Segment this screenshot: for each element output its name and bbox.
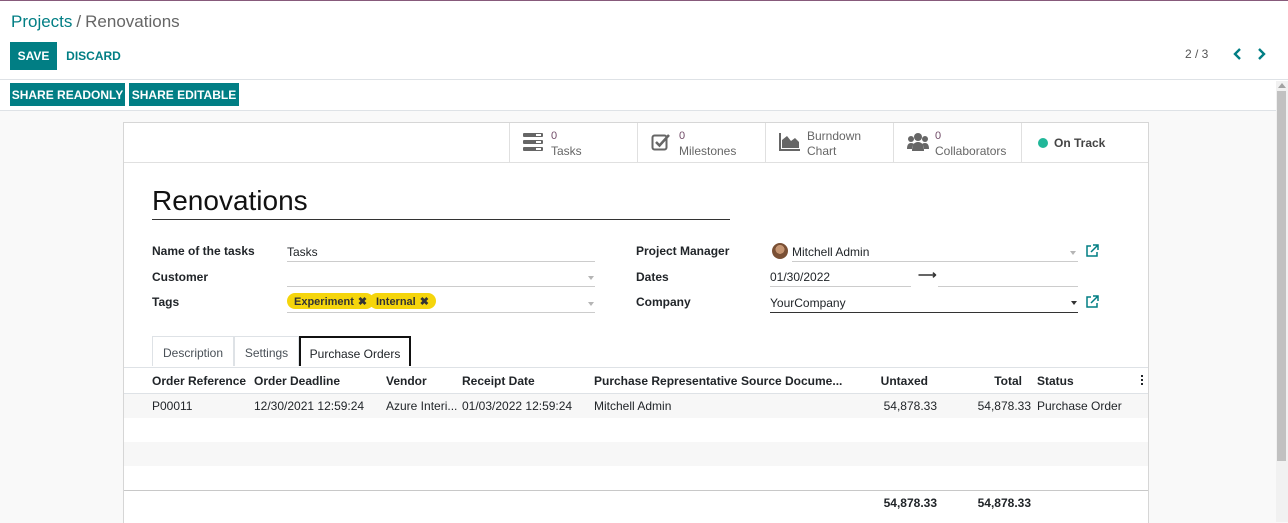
project-manager-label: Project Manager	[636, 244, 730, 258]
scrollbar-thumb[interactable]	[1277, 91, 1286, 461]
table-footer-divider	[124, 490, 1148, 491]
project-name-input[interactable]: Renovations	[152, 185, 730, 220]
tag-remove-icon[interactable]: ✖	[358, 296, 367, 308]
burndown-chart-smart-button[interactable]: Burndown Chart	[765, 123, 893, 162]
cell-purchase-representative: Mitchell Admin	[594, 399, 672, 413]
cell-untaxed: 54,878.33	[883, 399, 937, 413]
tag-experiment[interactable]: Experiment ✖	[287, 293, 375, 309]
column-source-document[interactable]: Source Docume...	[741, 374, 842, 388]
optional-columns-icon[interactable]	[1140, 374, 1144, 387]
project-manager-field[interactable]: Mitchell Admin	[792, 240, 1078, 262]
breadcrumb-separator: /	[76, 12, 82, 31]
column-receipt-date[interactable]: Receipt Date	[462, 374, 535, 388]
share-readonly-button[interactable]: SHARE READONLY	[10, 83, 125, 106]
tag-internal[interactable]: Internal ✖	[369, 293, 436, 309]
date-range-arrow-icon: ⟶	[918, 267, 937, 282]
tags-label: Tags	[152, 295, 180, 309]
pager-next-icon[interactable]	[1253, 46, 1271, 62]
control-panel: Projects / Renovations SAVE DISCARD 2 / 3	[0, 1, 1288, 79]
tag-internal-label: Internal	[376, 296, 416, 308]
save-button[interactable]: SAVE	[10, 42, 57, 70]
column-vendor[interactable]: Vendor	[386, 374, 427, 388]
column-purchase-representative[interactable]: Purchase Representative	[594, 374, 737, 388]
area-chart-icon	[779, 132, 801, 155]
cell-total: 54,878.33	[977, 399, 1031, 413]
company-field[interactable]: YourCompany	[770, 291, 1078, 313]
form-statusbar: SHARE READONLY SHARE EDITABLE	[0, 80, 1288, 110]
column-untaxed[interactable]: Untaxed	[848, 374, 928, 388]
company-dropdown-icon[interactable]	[1071, 301, 1077, 305]
column-total[interactable]: Total	[942, 374, 1022, 388]
cell-vendor: Azure Interi...	[386, 399, 458, 413]
date-start-input[interactable]: 01/30/2022	[770, 265, 911, 287]
cell-order-deadline: 12/30/2021 12:59:24	[254, 399, 365, 413]
collaborators-count: 0	[935, 130, 942, 142]
customer-dropdown-icon[interactable]	[588, 276, 594, 280]
collaborators-smart-button[interactable]: 0 Collaborators	[893, 123, 1021, 162]
cell-status: Purchase Order	[1037, 399, 1122, 413]
customer-label: Customer	[152, 270, 209, 284]
status-label: On Track	[1054, 136, 1106, 150]
tag-remove-icon[interactable]: ✖	[420, 296, 429, 308]
customer-field[interactable]	[287, 265, 595, 287]
tab-purchase-orders[interactable]: Purchase Orders	[299, 336, 411, 366]
tab-description[interactable]: Description	[152, 336, 234, 366]
column-order-reference[interactable]: Order Reference	[152, 374, 246, 388]
tasks-name-label: Name of the tasks	[152, 244, 255, 258]
table-row-empty	[124, 418, 1148, 442]
column-status[interactable]: Status	[1037, 374, 1074, 388]
page-scrollbar[interactable]	[1276, 81, 1288, 522]
tab-settings[interactable]: Settings	[234, 336, 299, 366]
check-square-icon	[651, 132, 671, 155]
statusbar-divider	[0, 110, 1288, 111]
manager-dropdown-icon[interactable]	[1070, 251, 1076, 255]
pager-previous-icon[interactable]	[1229, 46, 1247, 62]
milestones-smart-button[interactable]: 0 Milestones	[637, 123, 765, 162]
burndown-label-line1: Burndown	[807, 129, 862, 143]
form-sheet: 0 Tasks 0 Milestones Burndown Chart 0 Co…	[123, 122, 1149, 523]
breadcrumb-current: Renovations	[85, 12, 180, 31]
smart-button-box: 0 Tasks 0 Milestones Burndown Chart 0 Co…	[124, 123, 1148, 163]
user-avatar	[772, 243, 788, 259]
dates-label: Dates	[636, 270, 669, 284]
milestones-label: Milestones	[679, 144, 737, 158]
project-status-button[interactable]: On Track	[1021, 123, 1149, 162]
tasks-icon	[523, 132, 543, 155]
discard-button[interactable]: DISCARD	[65, 42, 122, 70]
tag-experiment-label: Experiment	[294, 296, 354, 308]
table-row-empty	[124, 466, 1148, 490]
table-row-empty	[124, 442, 1148, 466]
tabs-divider	[124, 367, 1148, 368]
column-order-deadline[interactable]: Order Deadline	[254, 374, 340, 388]
external-link-icon[interactable]	[1086, 295, 1100, 309]
cell-receipt-date: 01/03/2022 12:59:24	[462, 399, 573, 413]
footer-untaxed-total: 54,878.33	[883, 496, 937, 510]
users-icon	[907, 132, 929, 155]
tasks-name-input[interactable]: Tasks	[287, 240, 595, 262]
milestones-count: 0	[679, 130, 686, 142]
share-editable-button[interactable]: SHARE EDITABLE	[129, 83, 239, 106]
external-link-icon[interactable]	[1086, 244, 1100, 258]
pager-value[interactable]: 2 / 3	[1185, 47, 1208, 61]
collaborators-label: Collaborators	[935, 144, 1007, 158]
breadcrumb: Projects / Renovations	[11, 12, 180, 32]
date-end-input[interactable]	[938, 265, 1078, 287]
tasks-smart-button[interactable]: 0 Tasks	[509, 123, 637, 162]
tags-dropdown-icon[interactable]	[588, 302, 594, 306]
status-dot-icon	[1038, 138, 1048, 148]
company-label: Company	[636, 295, 691, 309]
tags-field[interactable]: Experiment ✖ Internal ✖	[287, 291, 595, 313]
breadcrumb-projects-link[interactable]: Projects	[11, 12, 72, 31]
cell-order-reference: P00011	[152, 399, 193, 413]
tasks-count: 0	[551, 130, 558, 142]
scroll-up-icon[interactable]	[1278, 83, 1286, 88]
burndown-label-line2: Chart	[807, 144, 837, 158]
tasks-label: Tasks	[551, 144, 582, 158]
footer-total: 54,878.33	[977, 496, 1031, 510]
